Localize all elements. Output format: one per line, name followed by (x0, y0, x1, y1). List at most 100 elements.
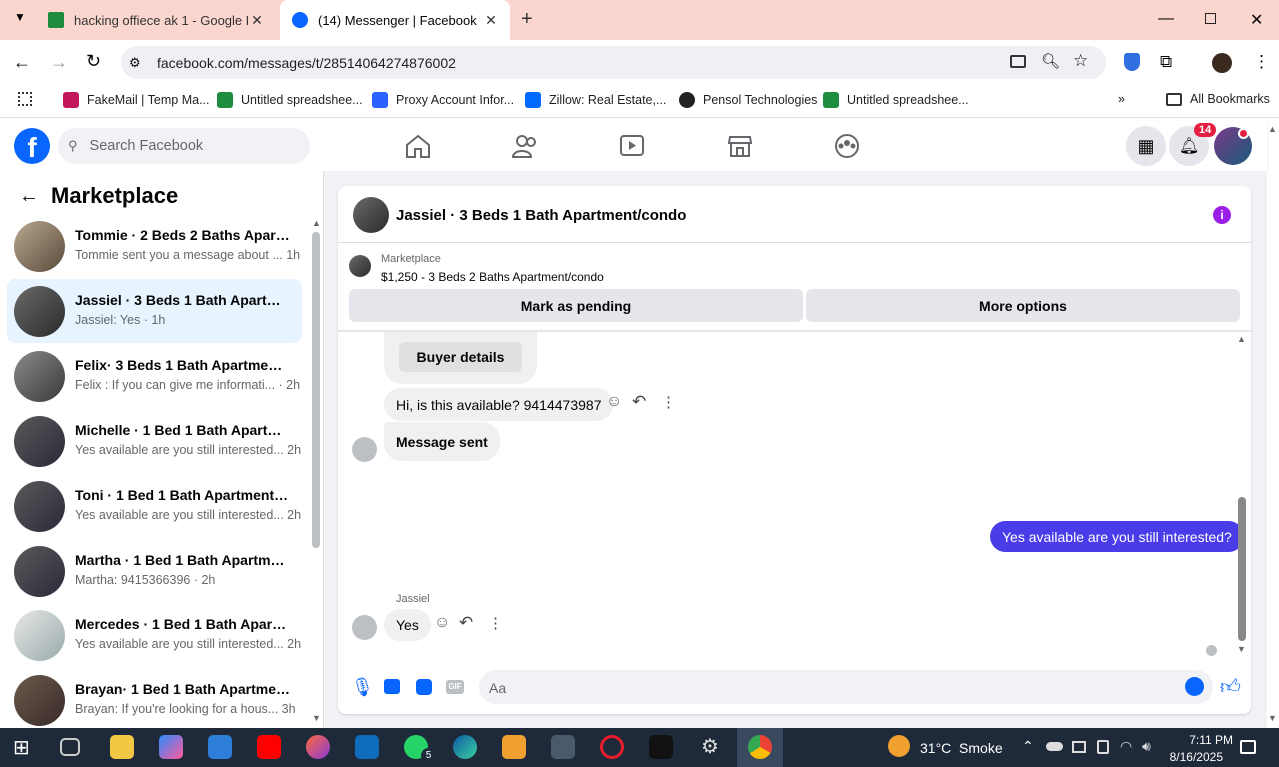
groups-icon[interactable] (833, 133, 861, 159)
store-icon[interactable] (208, 735, 232, 759)
outlook-icon[interactable] (355, 735, 379, 759)
home-icon[interactable] (404, 133, 432, 159)
chrome-icon[interactable] (748, 735, 772, 759)
tiktok-icon[interactable] (649, 735, 673, 759)
bookmark-pensol[interactable]: Pensol Technologies (679, 92, 817, 108)
photo-icon[interactable] (384, 679, 400, 694)
show-hidden-icons[interactable]: ⌃ (1022, 738, 1034, 755)
close-tab-icon[interactable]: ✕ (482, 12, 500, 29)
chat-scrollbar[interactable] (1238, 497, 1246, 641)
back-icon[interactable]: ← (13, 52, 31, 73)
page-scroll-down-icon[interactable]: ▼ (1268, 713, 1277, 723)
reload-icon[interactable]: ↻ (86, 51, 101, 72)
chat-title[interactable]: Jassiel · 3 Beds 1 Bath Apartment/condo (396, 207, 686, 224)
watch-icon[interactable] (618, 133, 646, 159)
app-icon[interactable] (306, 735, 330, 759)
search-input[interactable]: ⚲ Search Facebook (58, 128, 310, 164)
reply-icon[interactable]: ↶ (459, 613, 473, 633)
conversation-item[interactable]: Brayan· 1 Bed 1 Bath Apartment... Brayan… (7, 668, 302, 732)
listing-title[interactable]: $1,250 - 3 Beds 2 Baths Apartment/condo (381, 270, 604, 284)
friends-icon[interactable] (511, 133, 539, 159)
scroll-up-icon[interactable]: ▲ (312, 218, 321, 228)
back-arrow-icon[interactable]: ← (19, 185, 39, 208)
opera-icon[interactable] (600, 735, 624, 759)
conversation-item[interactable]: Tommie · 2 Beds 2 Baths Apart... Tommie … (7, 214, 302, 278)
bookmark-star-icon[interactable]: ☆ (1073, 51, 1088, 71)
install-icon[interactable] (1010, 55, 1026, 68)
zoom-icon[interactable]: 🔍︎ (1041, 52, 1060, 70)
forward-icon[interactable]: → (50, 52, 68, 73)
scroll-down-icon[interactable]: ▼ (312, 713, 321, 723)
weather-text[interactable]: 31°C Smoke (920, 740, 1003, 756)
facebook-logo[interactable]: f (14, 128, 50, 164)
bookmark-sheet-2[interactable]: Untitled spreadshee... (823, 92, 969, 108)
gif-icon[interactable]: GIF (446, 680, 464, 694)
conversation-item[interactable]: Martha · 1 Bed 1 Bath Apartmen... Martha… (7, 539, 302, 603)
conversation-item[interactable]: Felix· 3 Beds 1 Bath Apartment/... Felix… (7, 344, 302, 408)
chat-avatar[interactable] (353, 197, 389, 233)
conversation-item-active[interactable]: Jassiel · 3 Beds 1 Bath Apartmen... Jass… (7, 279, 302, 343)
windows-start-icon[interactable]: ⊞ (13, 735, 37, 759)
copilot-icon[interactable] (159, 735, 183, 759)
profile-avatar[interactable] (1212, 53, 1232, 73)
page-scroll-up-icon[interactable]: ▲ (1268, 124, 1277, 134)
extensions-icon[interactable]: ⧉ (1160, 52, 1172, 72)
marketplace-icon[interactable] (726, 133, 754, 159)
bookmark-proxy[interactable]: Proxy Account Infor... (372, 92, 514, 108)
volume-icon[interactable]: 🔊︎ (1142, 738, 1151, 755)
medal-icon[interactable] (502, 735, 526, 759)
close-tab-icon[interactable]: ✕ (248, 12, 266, 29)
conversation-item[interactable]: Toni · 1 Bed 1 Bath Apartment/c... Yes a… (7, 474, 302, 538)
clock-time[interactable]: 7:11 PM (1175, 733, 1233, 747)
react-icon[interactable]: ☺ (434, 614, 450, 632)
onedrive-icon[interactable] (1046, 742, 1063, 751)
tab-google-sheets[interactable]: hacking offiece ak 1 - Google D ✕ (36, 0, 276, 40)
tab-search-button[interactable]: ▼ (10, 10, 30, 30)
reply-icon[interactable]: ↶ (632, 392, 646, 412)
bookmarks-overflow-icon[interactable]: » (1118, 92, 1125, 106)
bookmark-sheet-1[interactable]: Untitled spreadshee... (217, 92, 363, 108)
more-options-button[interactable]: More options (806, 289, 1240, 322)
message-more-icon[interactable]: ⋮ (488, 614, 503, 632)
url-text[interactable]: facebook.com/messages/t/2851406427487600… (157, 55, 456, 71)
tray-icon[interactable] (1097, 740, 1109, 754)
notification-center-icon[interactable] (1240, 740, 1256, 754)
task-view-icon[interactable] (60, 738, 80, 756)
all-bookmarks[interactable]: All Bookmarks (1166, 92, 1270, 106)
tray-icon[interactable] (1072, 741, 1086, 753)
conversation-item[interactable]: Mercedes · 1 Bed 1 Bath Apartm... Yes av… (7, 603, 302, 667)
tab-messenger[interactable]: (14) Messenger | Facebook ✕ (280, 0, 510, 40)
like-icon[interactable]: 👍︎ (1220, 675, 1241, 699)
sidebar-scrollbar[interactable] (312, 232, 320, 548)
file-explorer-icon[interactable] (110, 735, 134, 759)
weather-icon[interactable] (888, 735, 910, 757)
menu-grid-button[interactable]: ▦ (1126, 126, 1166, 166)
clock-date[interactable]: 8/16/2025 (1165, 750, 1223, 764)
settings-icon[interactable]: ⚙ (698, 735, 722, 759)
app-icon[interactable] (551, 735, 575, 759)
bookmark-zillow[interactable]: Zillow: Real Estate,... (525, 92, 666, 108)
message-input[interactable] (479, 670, 1213, 704)
buyer-details-button[interactable]: Buyer details (399, 342, 522, 372)
bookmark-fakemail[interactable]: FakeMail | Temp Ma... (63, 92, 210, 108)
minimize-button[interactable]: — (1158, 10, 1174, 28)
message-more-icon[interactable]: ⋮ (661, 393, 676, 411)
react-icon[interactable]: ☺ (606, 393, 622, 411)
edge-icon[interactable] (453, 735, 477, 759)
info-icon[interactable]: i (1213, 206, 1231, 224)
shield-icon[interactable] (1124, 53, 1140, 71)
chat-scroll-down-icon[interactable]: ▼ (1237, 644, 1246, 654)
sticker-icon[interactable] (416, 679, 432, 695)
close-window-button[interactable]: ✕ (1250, 10, 1263, 30)
chat-scroll-up-icon[interactable]: ▲ (1237, 334, 1246, 344)
site-info-icon[interactable]: ⚙ (129, 55, 141, 71)
apps-icon[interactable] (18, 92, 32, 106)
browser-menu-icon[interactable]: ⋮ (1253, 52, 1270, 72)
emoji-icon[interactable] (1185, 677, 1204, 696)
microphone-icon[interactable]: 🎙︎ (351, 677, 374, 698)
mark-as-pending-button[interactable]: Mark as pending (349, 289, 803, 322)
new-tab-button[interactable]: + (521, 8, 533, 31)
wifi-icon[interactable]: ◠ (1120, 738, 1132, 755)
conversation-item[interactable]: Michelle · 1 Bed 1 Bath Apartme... Yes a… (7, 409, 302, 473)
youtube-icon[interactable] (257, 735, 281, 759)
